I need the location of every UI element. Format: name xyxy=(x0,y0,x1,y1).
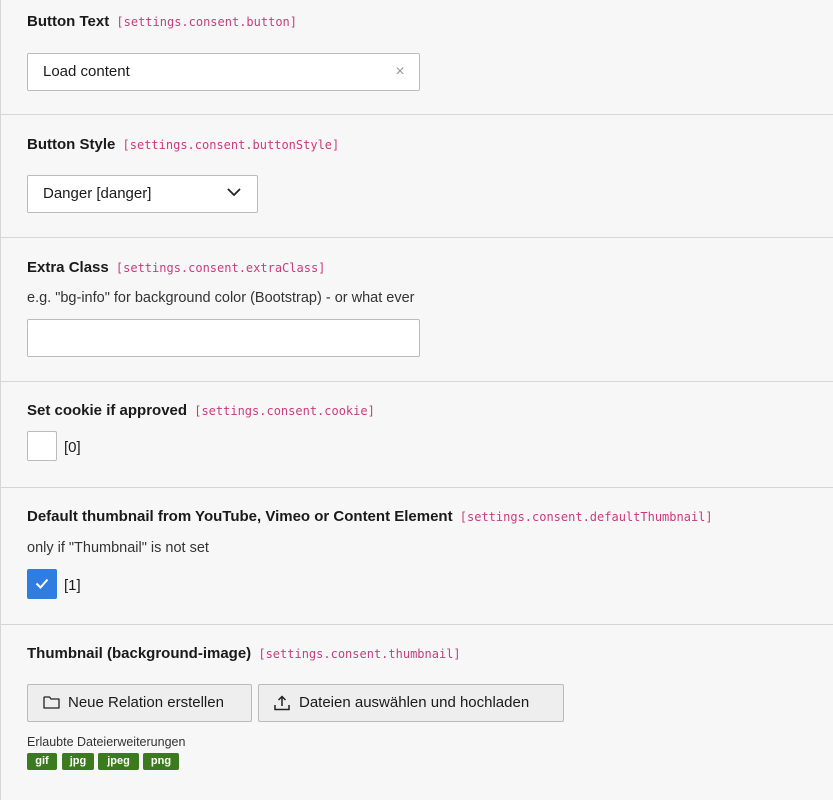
extension-badge: jpeg xyxy=(98,753,139,770)
field-label: Default thumbnail from YouTube, Vimeo or… xyxy=(27,508,713,526)
settings-form: Button Text [settings.consent.button] Lo… xyxy=(0,0,833,800)
field-label: Thumbnail (background-image) [settings.c… xyxy=(27,645,461,663)
field-label: Set cookie if approved [settings.consent… xyxy=(27,402,375,420)
field-key: [settings.consent.defaultThumbnail] xyxy=(459,510,713,524)
field-key: [settings.consent.cookie] xyxy=(194,404,375,418)
extension-badge: gif xyxy=(27,753,57,770)
new-relation-label: Neue Relation erstellen xyxy=(68,694,224,711)
field-title: Button Style xyxy=(27,136,116,153)
button-text-input[interactable]: Load content × xyxy=(27,53,420,91)
field-key: [settings.consent.thumbnail] xyxy=(258,647,461,661)
field-button-text: Button Text [settings.consent.button] Lo… xyxy=(1,0,833,115)
checkmark-icon xyxy=(35,578,49,589)
button-style-select[interactable]: Danger [danger] xyxy=(27,175,258,213)
default-thumbnail-value-label: [1] xyxy=(64,577,81,594)
field-label: Extra Class [settings.consent.extraClass… xyxy=(27,259,325,277)
button-style-selected: Danger [danger] xyxy=(43,185,152,202)
default-thumbnail-checkbox[interactable] xyxy=(27,569,57,599)
field-cookie: Set cookie if approved [settings.consent… xyxy=(1,382,833,488)
field-title: Button Text xyxy=(27,13,110,30)
field-title: Extra Class xyxy=(27,259,109,276)
extension-badge: png xyxy=(143,753,179,770)
field-key: [settings.consent.extraClass] xyxy=(115,261,326,275)
folder-icon xyxy=(43,696,60,709)
close-icon[interactable]: × xyxy=(391,54,409,90)
field-button-style: Button Style [settings.consent.buttonSty… xyxy=(1,115,833,238)
upload-icon xyxy=(274,695,290,711)
field-title: Default thumbnail from YouTube, Vimeo or… xyxy=(27,508,453,525)
field-thumbnail: Thumbnail (background-image) [settings.c… xyxy=(1,625,833,800)
cookie-value-label: [0] xyxy=(64,439,81,456)
field-label: Button Text [settings.consent.button] xyxy=(27,13,297,31)
field-label: Button Style [settings.consent.buttonSty… xyxy=(27,136,339,154)
new-relation-button[interactable]: Neue Relation erstellen xyxy=(27,684,252,722)
field-extra-class: Extra Class [settings.consent.extraClass… xyxy=(1,238,833,382)
upload-files-label: Dateien auswählen und hochladen xyxy=(299,694,530,711)
button-text-value: Load content xyxy=(43,63,130,80)
field-title: Thumbnail (background-image) xyxy=(27,645,252,662)
field-key: [settings.consent.button] xyxy=(116,15,298,29)
field-title: Set cookie if approved xyxy=(27,402,188,419)
field-default-thumbnail: Default thumbnail from YouTube, Vimeo or… xyxy=(1,488,833,625)
upload-files-button[interactable]: Dateien auswählen und hochladen xyxy=(258,684,564,722)
extra-class-input[interactable] xyxy=(27,319,420,357)
allowed-extensions-label: Erlaubte Dateierweiterungen xyxy=(27,735,186,749)
cookie-checkbox[interactable] xyxy=(27,431,57,461)
field-description: e.g. "bg-info" for background color (Boo… xyxy=(27,290,415,306)
extension-badge: jpg xyxy=(62,753,94,770)
field-description: only if "Thumbnail" is not set xyxy=(27,540,209,556)
chevron-down-icon xyxy=(227,188,241,197)
field-key: [settings.consent.buttonStyle] xyxy=(122,138,340,152)
